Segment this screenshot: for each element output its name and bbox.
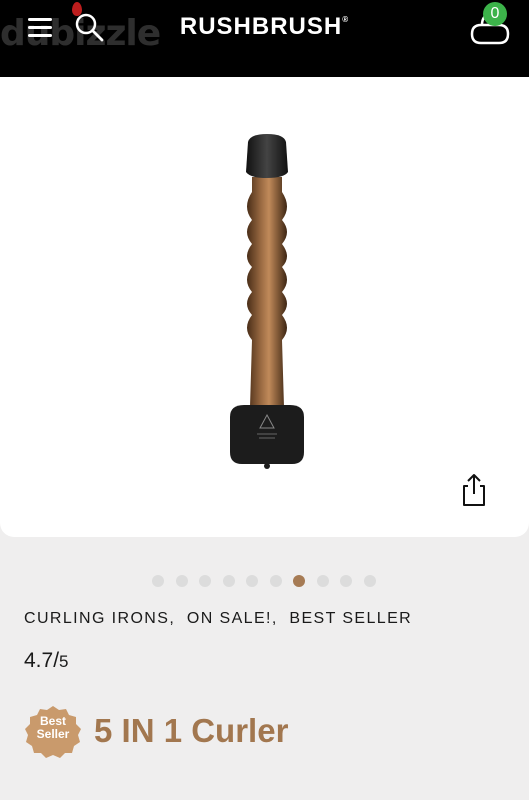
- badge-line-2: Seller: [36, 727, 70, 741]
- product-title: 5 IN 1 Curler: [94, 712, 289, 749]
- curling-iron-image[interactable]: [222, 132, 312, 472]
- share-icon: [463, 474, 485, 506]
- product-categories[interactable]: CURLING IRONS, ON SALE!, BEST SELLER: [24, 610, 412, 628]
- share-button[interactable]: [458, 472, 490, 508]
- carousel-dot[interactable]: [199, 575, 211, 587]
- brand-name: RUSHBRUSH: [179, 13, 343, 40]
- carousel-dot[interactable]: [222, 575, 235, 587]
- brand-logo[interactable]: RUSHBRUSH®: [0, 13, 529, 41]
- product-rating: 4.7/5: [24, 649, 69, 673]
- carousel-dot[interactable]: [316, 575, 329, 587]
- carousel-dot[interactable]: [152, 575, 164, 587]
- registered-mark: ®: [342, 15, 350, 24]
- carousel-dot[interactable]: [363, 575, 376, 587]
- product-image-card: [0, 77, 529, 537]
- carousel-dot[interactable]: [175, 575, 188, 587]
- best-seller-badge-text: Best Seller: [24, 715, 82, 741]
- carousel-dot[interactable]: [293, 575, 305, 587]
- cart-count-badge: 0: [483, 2, 507, 26]
- top-navigation-bar: dubizzle RUSHBRUSH® 0: [0, 0, 529, 77]
- rating-value: 4.7/: [24, 649, 60, 672]
- carousel-dot[interactable]: [269, 575, 282, 587]
- carousel-dot[interactable]: [246, 575, 258, 587]
- carousel-dot[interactable]: [340, 575, 352, 587]
- rating-max: 5: [59, 652, 69, 671]
